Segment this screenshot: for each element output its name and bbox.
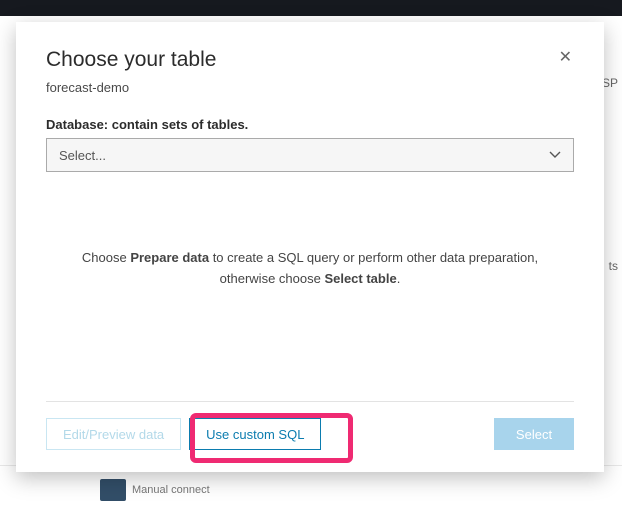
select-button: Select xyxy=(494,418,574,450)
close-icon[interactable]: ✕ xyxy=(557,48,574,68)
helper-text-part: Choose xyxy=(82,250,130,265)
database-select[interactable]: Select... xyxy=(46,138,574,172)
app-topbar xyxy=(0,0,622,16)
bg-manual-connect-label: Manual connect xyxy=(132,484,210,496)
bg-text-fragment: ts xyxy=(609,259,618,273)
bg-text-fragment: SP xyxy=(602,76,618,90)
helper-text-bold: Select table xyxy=(324,271,396,286)
choose-table-modal: Choose your table ✕ forecast-demo Databa… xyxy=(16,22,604,472)
datasource-icon xyxy=(100,479,126,501)
edit-preview-data-button: Edit/Preview data xyxy=(46,418,181,450)
modal-footer: Edit/Preview data Use custom SQL Select xyxy=(46,401,574,450)
helper-text: Choose Prepare data to create a SQL quer… xyxy=(46,248,574,290)
chevron-down-icon xyxy=(549,149,561,161)
database-section-label: Database: contain sets of tables. xyxy=(46,117,574,132)
modal-header: Choose your table ✕ xyxy=(46,48,574,72)
modal-title: Choose your table xyxy=(46,48,216,72)
helper-text-part: . xyxy=(397,271,401,286)
database-select-placeholder: Select... xyxy=(59,148,106,163)
use-custom-sql-button[interactable]: Use custom SQL xyxy=(189,418,321,450)
datasource-name-label: forecast-demo xyxy=(46,80,574,95)
bg-footer: Manual connect xyxy=(0,465,622,513)
helper-text-bold: Prepare data xyxy=(130,250,209,265)
